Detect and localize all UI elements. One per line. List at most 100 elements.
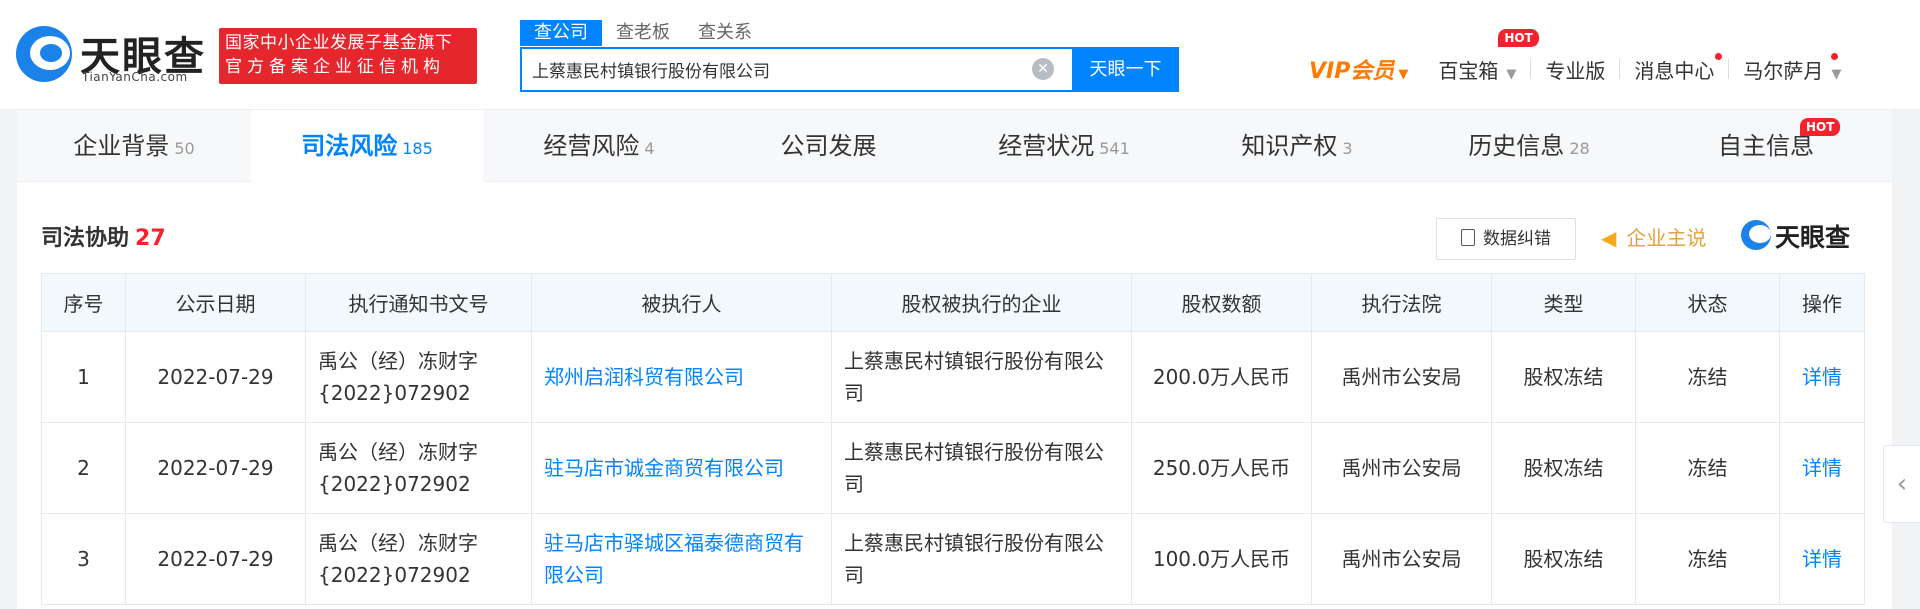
hot-badge: HOT bbox=[1800, 118, 1841, 136]
tab-count: 541 bbox=[1099, 139, 1130, 158]
data-correction-button[interactable]: 数据纠错 bbox=[1436, 218, 1576, 260]
tab-business-status[interactable]: 经营状况 541 bbox=[947, 110, 1181, 182]
equity-company: 上蔡惠民村镇银行股份有限公司 bbox=[831, 513, 1132, 605]
message-center-link[interactable]: 消息中心 bbox=[1634, 52, 1723, 84]
tab-count: 28 bbox=[1569, 139, 1590, 158]
tab-count: 185 bbox=[402, 139, 433, 158]
logo-subtitle: TianYanCha.com bbox=[82, 70, 188, 84]
record-status: 冻结 bbox=[1635, 422, 1780, 514]
site-header: 天眼查 TianYanCha.com 国家中小企业发展子基金旗下 官方备案企业征… bbox=[0, 0, 1920, 110]
megaphone-icon: ◀ bbox=[1601, 226, 1617, 250]
tab-label: 经营状况 bbox=[998, 132, 1095, 160]
column-header: 操作 bbox=[1779, 273, 1865, 332]
tab-development[interactable]: 公司发展 bbox=[715, 110, 947, 182]
detail-link[interactable]: 详情 bbox=[1802, 547, 1842, 571]
tab-label: 自主信息 bbox=[1718, 132, 1814, 160]
tab-count: 3 bbox=[1342, 139, 1353, 158]
nav-divider bbox=[1728, 59, 1730, 79]
treasure-box-menu[interactable]: 百宝箱 ▼ HOT bbox=[1438, 28, 1539, 84]
executed-person-link[interactable]: 驻马店市驿城区福泰德商贸有限公司 bbox=[544, 531, 804, 587]
nav-divider bbox=[1530, 59, 1532, 79]
unread-dot bbox=[1715, 52, 1723, 60]
detail-link[interactable]: 详情 bbox=[1802, 456, 1842, 480]
equity-amount: 250.0万人民币 bbox=[1131, 422, 1312, 514]
action-cell: 详情 bbox=[1779, 422, 1865, 514]
user-menu[interactable]: 马尔萨月 ▼ bbox=[1743, 52, 1842, 84]
tianyancha-logo[interactable]: 天眼查 TianYanCha.com bbox=[16, 26, 206, 88]
search-input[interactable] bbox=[532, 49, 1012, 90]
column-header: 序号 bbox=[41, 273, 126, 332]
unread-dot bbox=[1831, 52, 1839, 60]
column-header: 被执行人 bbox=[531, 273, 832, 332]
table-row: 3 2022-07-29 禹公（经）冻财字{2022}072902 驻马店市驿城… bbox=[41, 513, 1865, 605]
vip-menu[interactable]: VIP会员 ▼ bbox=[1309, 53, 1408, 85]
executing-court: 禹州市公安局 bbox=[1311, 331, 1492, 423]
column-header: 状态 bbox=[1635, 273, 1780, 332]
notice-doc-number: 禹公（经）冻财字{2022}072902 bbox=[305, 422, 532, 514]
tab-label: 经营风险 bbox=[543, 132, 640, 160]
column-header: 公示日期 bbox=[125, 273, 306, 332]
pro-version-link[interactable]: 专业版 bbox=[1545, 55, 1605, 84]
executed-person-cell: 驻马店市诚金商贸有限公司 bbox=[531, 422, 832, 514]
executing-court: 禹州市公安局 bbox=[1311, 422, 1492, 514]
table-row: 1 2022-07-29 禹公（经）冻财字{2022}072902 郑州启润科贸… bbox=[41, 331, 1865, 423]
message-center-label: 消息中心 bbox=[1634, 58, 1715, 83]
tab-intellectual-property[interactable]: 知识产权 3 bbox=[1181, 110, 1413, 182]
search-button[interactable]: 天眼一下 bbox=[1072, 47, 1179, 92]
equity-amount: 100.0万人民币 bbox=[1131, 513, 1312, 605]
search-tab-relation[interactable]: 查关系 bbox=[684, 20, 766, 46]
record-type: 股权冻结 bbox=[1491, 331, 1636, 423]
tab-label: 公司发展 bbox=[780, 132, 877, 160]
tab-judicial-risk[interactable]: 司法风险 185 bbox=[251, 110, 483, 182]
column-header: 股权被执行的企业 bbox=[831, 273, 1132, 332]
section-title-label: 司法协助 bbox=[41, 226, 130, 251]
dimension-tabs: 企业背景 50 司法风险 185 经营风险 4 公司发展 经营状况 541 知识产权 3 … bbox=[17, 110, 1892, 182]
side-panel-toggle[interactable]: ‹ bbox=[1883, 445, 1920, 523]
tianyancha-logo-icon bbox=[16, 26, 72, 82]
executed-person-link[interactable]: 郑州启润科贸有限公司 bbox=[544, 365, 744, 389]
company-claim-link[interactable]: ◀ 企业主说 bbox=[1601, 222, 1706, 251]
search-type-tabs: 查公司 查老板 查关系 bbox=[520, 20, 766, 46]
executed-person-cell: 驻马店市驿城区福泰德商贸有限公司 bbox=[531, 513, 832, 605]
slogan-line-1: 国家中小企业发展子基金旗下 bbox=[225, 33, 453, 53]
caret-down-icon: ▼ bbox=[1831, 66, 1842, 82]
publish-date: 2022-07-29 bbox=[125, 331, 306, 423]
column-header: 执行通知书文号 bbox=[305, 273, 532, 332]
detail-link[interactable]: 详情 bbox=[1802, 365, 1842, 389]
executed-person-link[interactable]: 驻马店市诚金商贸有限公司 bbox=[544, 456, 784, 480]
row-number: 1 bbox=[41, 331, 126, 423]
nav-divider bbox=[1619, 59, 1621, 79]
record-status: 冻结 bbox=[1635, 331, 1780, 423]
top-nav: VIP会员 ▼ 百宝箱 ▼ HOT 专业版 消息中心 马尔萨月 ▼ bbox=[1309, 28, 1842, 86]
clear-icon[interactable]: ✕ bbox=[1032, 58, 1054, 80]
record-type: 股权冻结 bbox=[1491, 513, 1636, 605]
row-number: 2 bbox=[41, 422, 126, 514]
table-row: 2 2022-07-29 禹公（经）冻财字{2022}072902 驻马店市诚金… bbox=[41, 422, 1865, 514]
search-tab-boss[interactable]: 查老板 bbox=[602, 20, 684, 46]
record-status: 冻结 bbox=[1635, 513, 1780, 605]
tab-background[interactable]: 企业背景 50 bbox=[17, 110, 251, 182]
equity-company: 上蔡惠民村镇银行股份有限公司 bbox=[831, 331, 1132, 423]
caret-down-icon: ▼ bbox=[1506, 66, 1517, 82]
notice-doc-number: 禹公（经）冻财字{2022}072902 bbox=[305, 331, 532, 423]
user-name: 马尔萨月 bbox=[1743, 58, 1824, 83]
executing-court: 禹州市公安局 bbox=[1311, 513, 1492, 605]
search-tab-company[interactable]: 查公司 bbox=[520, 20, 602, 46]
watermark-logo-text: 天眼查 bbox=[1775, 223, 1851, 252]
publish-date: 2022-07-29 bbox=[125, 422, 306, 514]
column-header: 类型 bbox=[1491, 273, 1636, 332]
section-count: 27 bbox=[135, 226, 166, 251]
equity-company: 上蔡惠民村镇银行股份有限公司 bbox=[831, 422, 1132, 514]
slogan-banner: 国家中小企业发展子基金旗下 官方备案企业征信机构 bbox=[219, 28, 477, 84]
notice-doc-number: 禹公（经）冻财字{2022}072902 bbox=[305, 513, 532, 605]
search-box: ✕ bbox=[520, 47, 1072, 92]
document-icon bbox=[1461, 229, 1475, 246]
row-number: 3 bbox=[41, 513, 126, 605]
hot-badge: HOT bbox=[1498, 28, 1539, 47]
executed-person-cell: 郑州启润科贸有限公司 bbox=[531, 331, 832, 423]
tab-self-info[interactable]: 自主信息 bbox=[1645, 110, 1892, 182]
tab-history[interactable]: 历史信息 28 bbox=[1413, 110, 1645, 182]
treasure-box-label: 百宝箱 bbox=[1438, 58, 1499, 83]
tab-operation-risk[interactable]: 经营风险 4 bbox=[483, 110, 715, 182]
vip-label: VIP会员 bbox=[1309, 59, 1395, 84]
